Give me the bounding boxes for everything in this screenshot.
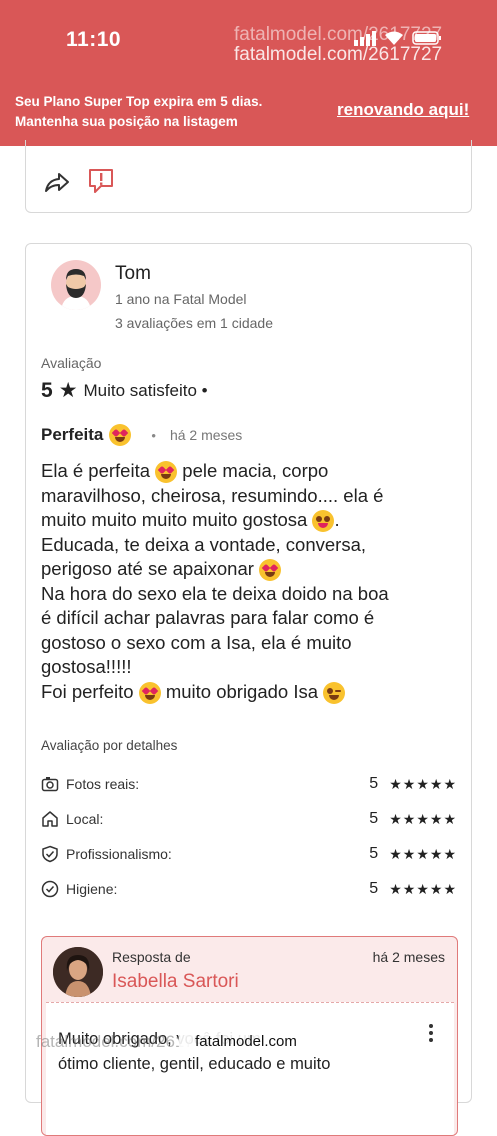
detail-score: 5 (369, 845, 379, 862)
detail-label: Profissionalismo: (66, 846, 172, 862)
signal-icon (354, 31, 376, 46)
status-icons (354, 30, 442, 46)
review-line: maravilhoso, cheirosa, resumindo.... ela… (41, 484, 384, 506)
detail-score: 5 (369, 880, 379, 897)
previous-review-card (25, 140, 472, 213)
reviewer-review-count: 3 avaliações em 1 cidade (115, 315, 273, 331)
detail-label: Fotos reais: (66, 776, 140, 792)
model-avatar-icon (53, 947, 103, 997)
user-avatar-icon (61, 269, 91, 310)
review-line: Foi perfeito muito obrigado Isa (41, 680, 461, 705)
review-line: Na hora do sexo ela te deixa doido na bo… (41, 582, 389, 604)
battery-icon (412, 31, 441, 45)
reply-author-name[interactable]: Isabella Sartori (112, 971, 239, 993)
reply-avatar[interactable] (53, 947, 103, 997)
watermark-pill: fatalmodel.com (178, 1029, 314, 1055)
reply-date: há 2 meses (372, 949, 445, 965)
review-line: é difícil achar palavras para falar como… (41, 607, 375, 628)
report-icon[interactable] (87, 167, 115, 195)
review-line: muito muito muito muito gostosa . (41, 508, 461, 533)
heart-eyes-emoji-icon (138, 681, 161, 704)
rating-value: 5 (41, 378, 53, 402)
heart-eyes-emoji-icon (155, 461, 178, 484)
review-title-line: Perfeita • há 2 meses (41, 424, 242, 446)
review-body: Ela é perfeita pele macia, corpo maravil… (41, 459, 461, 704)
reply-body: Muito obrigado, você foi um ótimo client… (46, 1002, 454, 1135)
wink-emoji-icon (323, 681, 346, 704)
top-banner: 11:10 fatalmodel.com/2617727 fatalmodel.… (0, 0, 497, 146)
detail-score: 5 (369, 775, 379, 792)
renew-plan-link[interactable]: renovando aqui! (337, 100, 469, 120)
status-time: 11:10 (66, 28, 122, 51)
detail-score: 5 (369, 810, 379, 827)
reply-label: Resposta de (112, 949, 191, 965)
detail-row-fotos-reais: Fotos reais: 5 ★★★★★ (41, 772, 457, 796)
heart-eyes-emoji-icon (259, 559, 282, 582)
detail-row-local: Local: 5 ★★★★★ (41, 807, 457, 831)
review-title: Perfeita (41, 425, 104, 444)
separator-dot: • (151, 427, 156, 443)
yum-emoji-icon (312, 510, 335, 533)
camera-icon (41, 777, 59, 792)
plan-expiry-line2: Mantenha sua posição na listagem (15, 114, 238, 129)
review-line: Educada, te deixa a vontade, conversa, (41, 533, 366, 555)
check-circle-icon (41, 880, 59, 898)
more-options-icon[interactable] (426, 1023, 436, 1043)
detail-label: Local: (66, 811, 104, 827)
share-icon[interactable] (43, 170, 71, 194)
plan-expiry-message: Seu Plano Super Top expira em 5 dias. Ma… (15, 92, 262, 132)
watermark-text-2: fatalmodel.com/2617727 (234, 44, 443, 65)
plan-expiry-line1: Seu Plano Super Top expira em 5 dias. (15, 94, 263, 109)
review-line: perigoso até se apaixonar (41, 557, 461, 582)
details-label: Avaliação por detalhes (41, 738, 178, 753)
review-line: gostosa!!!!! (41, 656, 132, 677)
detail-stars: ★★★★★ (389, 775, 457, 792)
review-line: Ela é perfeita pele macia, corpo (41, 459, 461, 484)
reviewer-name[interactable]: Tom (115, 263, 151, 285)
avatar[interactable] (51, 260, 101, 310)
detail-stars: ★★★★★ (389, 880, 457, 897)
review-card: Tom 1 ano na Fatal Model 3 avaliações em… (25, 243, 472, 1136)
shield-check-icon (42, 845, 58, 863)
home-icon (42, 811, 58, 827)
heart-eyes-emoji-icon (109, 424, 132, 446)
wifi-icon (385, 31, 403, 45)
review-line: gostoso o sexo com a Isa, ela é muito (41, 631, 352, 653)
detail-stars: ★★★★★ (389, 845, 457, 862)
detail-label: Higiene: (66, 881, 118, 897)
detail-row-higiene: Higiene: 5 ★★★★★ (41, 877, 457, 901)
review-date: há 2 meses (169, 427, 243, 443)
reply-line: ótimo cliente, gentil, educado e muito (58, 1055, 331, 1073)
detail-stars: ★★★★★ (389, 810, 457, 827)
star-icon: ★ (58, 379, 78, 402)
rating-label: Avaliação (41, 355, 102, 371)
rating-summary: 5 ★ Muito satisfeito • (41, 378, 208, 403)
reviewer-membership: 1 ano na Fatal Model (115, 291, 247, 307)
detail-row-profissionalismo: Profissionalismo: 5 ★★★★★ (41, 842, 457, 866)
rating-text: Muito satisfeito • (83, 380, 208, 400)
